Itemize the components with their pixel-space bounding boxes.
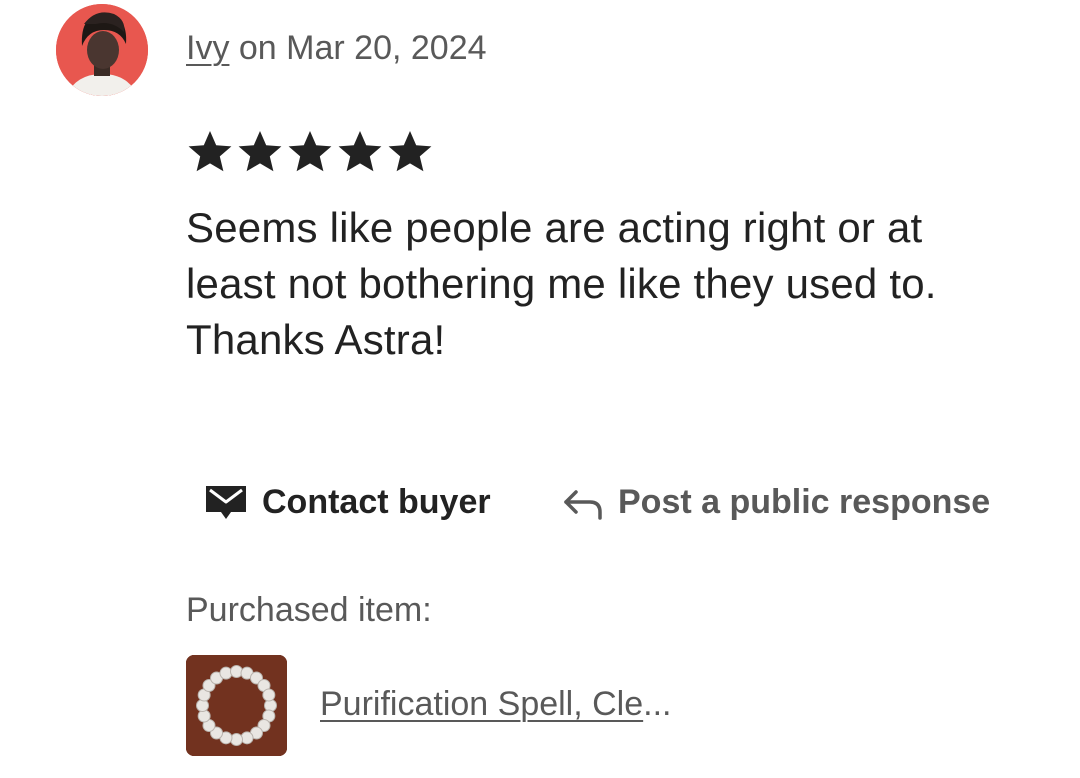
purchased-item-title: Purification Spell, Cle — [320, 685, 644, 723]
star-icon — [238, 131, 282, 172]
bead — [230, 665, 243, 678]
bead-bracelet-image — [186, 655, 287, 756]
review-date: on Mar 20, 2024 — [229, 29, 487, 67]
reviewer-name-link[interactable]: Ivy — [186, 29, 229, 67]
star-icon — [288, 131, 332, 172]
purchased-item-link[interactable]: Purification Spell, Cle... — [320, 684, 672, 724]
review-header: Ivy on Mar 20, 2024 — [186, 28, 487, 68]
purchased-item-thumbnail[interactable] — [186, 655, 287, 756]
purchased-item-ellipsis: ... — [643, 685, 672, 723]
bead — [262, 688, 276, 702]
purchased-item-label: Purchased item: — [186, 591, 432, 629]
post-public-response-label: Post a public response — [618, 482, 991, 521]
post-public-response-button[interactable]: Post a public response — [560, 478, 990, 526]
bead — [196, 699, 209, 712]
bead — [240, 731, 254, 745]
envelope-icon — [206, 486, 246, 519]
bead — [264, 699, 277, 712]
contact-buyer-label: Contact buyer — [262, 482, 491, 521]
bead — [230, 733, 243, 746]
bead — [219, 666, 233, 680]
star-rating — [186, 128, 434, 176]
star-icon — [188, 131, 232, 172]
bead — [197, 709, 211, 723]
star-icon — [338, 131, 382, 172]
review-text: Seems like people are acting right or at… — [186, 204, 937, 363]
reviewer-avatar[interactable] — [56, 4, 148, 96]
contact-buyer-button[interactable]: Contact buyer — [204, 478, 491, 526]
star-icon — [388, 131, 432, 172]
reply-arrow-icon — [564, 490, 602, 520]
